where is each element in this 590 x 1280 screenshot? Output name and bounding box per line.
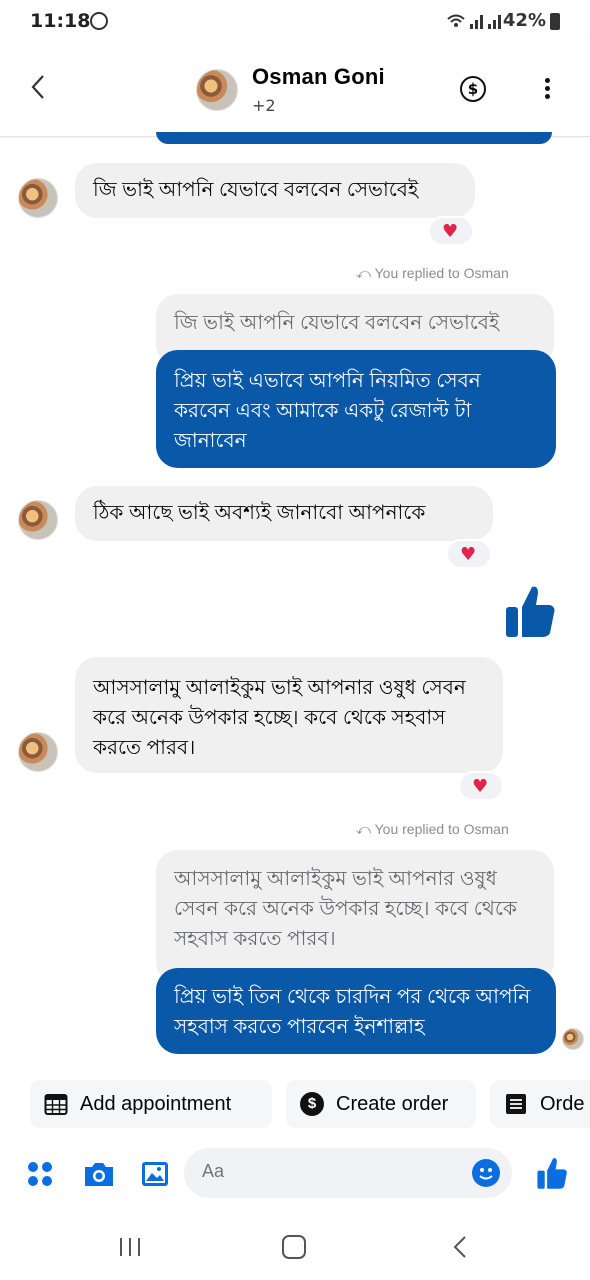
message-input[interactable] (200, 1160, 454, 1183)
reply-label: You replied to Osman (374, 821, 509, 837)
orders-list-icon (504, 1092, 528, 1116)
battery-icon (550, 13, 560, 30)
previous-message-edge (156, 132, 552, 144)
sender-avatar (18, 178, 58, 218)
heart-reaction[interactable]: ♥ (458, 771, 504, 801)
reply-label: You replied to Osman (374, 265, 509, 281)
system-navigation-bar (0, 1210, 590, 1280)
reply-icon: ⤺ (356, 821, 375, 837)
outgoing-message[interactable]: প্রিয় ভাই তিন থেকে চারদিন পর থেকে আপনি … (156, 968, 556, 1054)
group-avatar[interactable] (196, 69, 238, 111)
apps-grid-icon[interactable] (26, 1160, 54, 1192)
more-options-icon[interactable] (540, 76, 554, 102)
payment-icon[interactable]: $ (460, 76, 486, 102)
outgoing-message[interactable]: প্রিয় ভাই এভাবে আপনি নিয়মিত সেবন করবেন… (156, 350, 556, 468)
send-like-icon[interactable] (536, 1156, 568, 1194)
emoji-icon[interactable] (472, 1159, 500, 1187)
add-appointment-button[interactable]: Add appointment (30, 1080, 272, 1128)
conversation-title[interactable]: Osman Goni (252, 64, 385, 90)
create-order-label: Create order (336, 1092, 449, 1115)
reply-indicator: ⤺ You replied to Osman (356, 265, 509, 282)
read-receipt-avatar (562, 1028, 584, 1050)
back-icon[interactable] (30, 74, 46, 104)
home-icon[interactable] (282, 1235, 306, 1259)
create-order-button[interactable]: $ Create order (286, 1080, 476, 1128)
heart-reaction[interactable]: ♥ (446, 539, 492, 569)
heart-reaction[interactable]: ♥ (428, 216, 474, 246)
signal-icon (446, 10, 504, 34)
sender-avatar (18, 732, 58, 772)
sender-avatar (18, 500, 58, 540)
camera-icon[interactable] (82, 1160, 116, 1192)
reply-icon: ⤺ (356, 265, 375, 281)
add-appointment-label: Add appointment (80, 1092, 232, 1115)
back-nav-icon[interactable] (452, 1235, 468, 1263)
gallery-icon[interactable] (140, 1160, 170, 1192)
battery-percent: 42% (502, 10, 546, 31)
incoming-message[interactable]: ঠিক আছে ভাই অবশ্যই জানাবো আপনাকে (75, 486, 493, 541)
participant-count: +2 (252, 96, 276, 115)
orders-button[interactable]: Orde (490, 1080, 590, 1128)
conversation-header: Osman Goni +2 $ (0, 40, 590, 137)
dollar-icon: $ (300, 1092, 324, 1116)
calendar-icon (44, 1092, 68, 1116)
incoming-message[interactable]: জি ভাই আপনি যেভাবে বলবেন সেভাবেই (75, 163, 475, 218)
message-composer[interactable] (184, 1148, 512, 1198)
like-thumb-icon[interactable] (504, 583, 556, 643)
orders-label: Orde (540, 1092, 585, 1115)
quoted-message[interactable]: আসসালামু আলাইকুম ভাই আপনার ওষুধ সেবন করে… (156, 850, 554, 984)
incoming-message[interactable]: আসসালামু আলাইকুম ভাই আপনার ওষুধ সেবন করে… (75, 657, 503, 773)
do-not-disturb-icon (90, 12, 108, 30)
recent-apps-icon[interactable] (118, 1236, 142, 1262)
status-time: 11:18 (30, 10, 91, 32)
reply-indicator: ⤺ You replied to Osman (356, 821, 509, 838)
